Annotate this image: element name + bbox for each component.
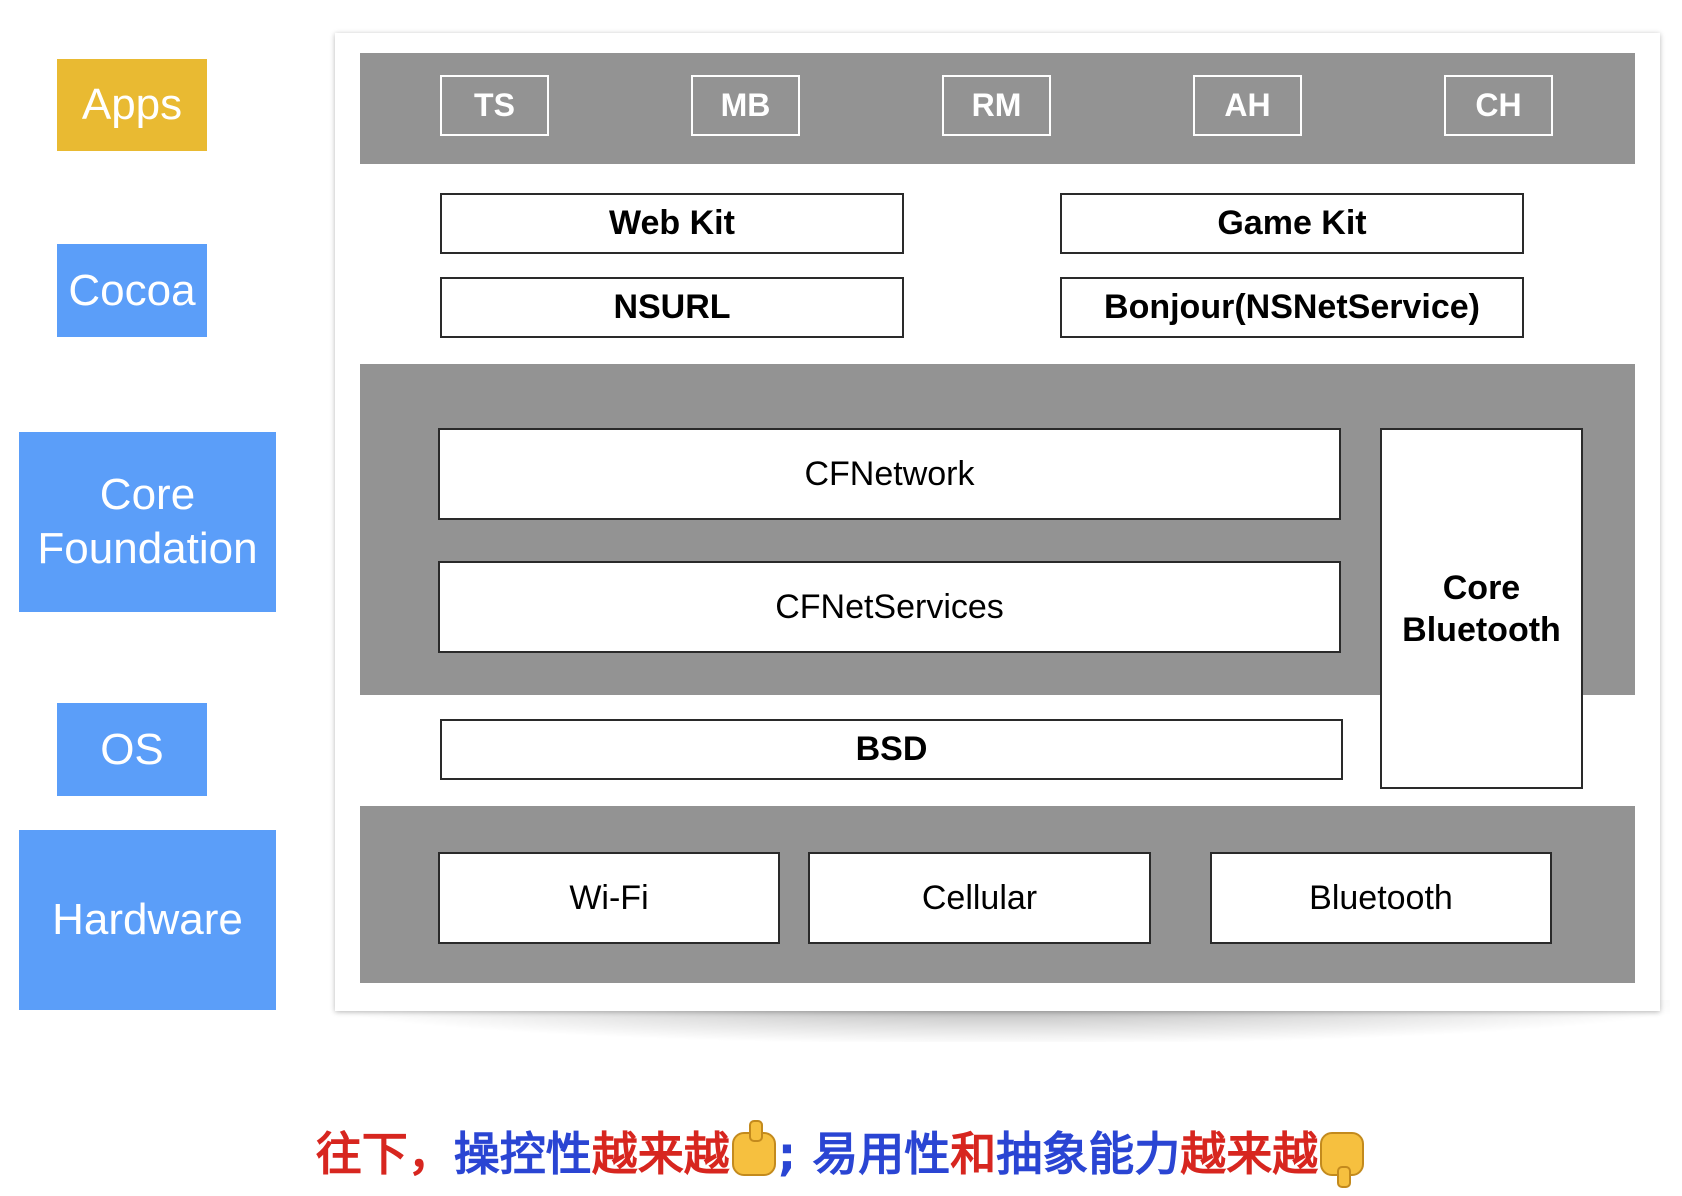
layer-label-hardware: Hardware [19,830,276,1010]
caption-part-1: 往下， [315,1127,454,1181]
nsurl-box: NSURL [440,277,904,338]
bonjour-box: Bonjour(NSNetService) [1060,277,1524,338]
layer-label-apps: Apps [57,59,207,151]
bluetooth-box: Bluetooth [1210,852,1552,944]
app-box-rm: RM [942,75,1051,136]
layer-label-os: OS [57,703,207,796]
cfnetservices-box: CFNetServices [438,561,1341,653]
layer-label-cocoa: Cocoa [57,244,207,337]
cellular-box: Cellular [808,852,1151,944]
thumbs-up-icon [731,1120,776,1176]
caption-part-2: 操控性 [453,1127,592,1181]
caption-part-3: 越来越 [591,1127,730,1181]
game-kit-box: Game Kit [1060,193,1524,254]
layer-label-core-foundation: Core Foundation [19,432,276,612]
app-box-ch: CH [1444,75,1553,136]
caption-part-5: 和 [950,1127,997,1181]
app-box-mb: MB [691,75,800,136]
caption-part-4: ; 易用性 [777,1127,951,1181]
architecture-panel: TS MB RM AH CH Web Kit Game Kit NSURL Bo… [335,33,1660,1011]
caption: 往下，操控性越来越; 易用性和抽象能力越来越 [0,1118,1682,1188]
bsd-box: BSD [440,719,1343,780]
core-bluetooth-box: Core Bluetooth [1380,428,1583,789]
caption-part-6: 抽象能力 [996,1127,1181,1181]
app-box-ah: AH [1193,75,1302,136]
wifi-box: Wi-Fi [438,852,780,944]
web-kit-box: Web Kit [440,193,904,254]
caption-part-7: 越来越 [1180,1127,1319,1181]
app-box-ts: TS [440,75,549,136]
thumbs-down-icon [1320,1132,1365,1188]
cfnetwork-box: CFNetwork [438,428,1341,520]
